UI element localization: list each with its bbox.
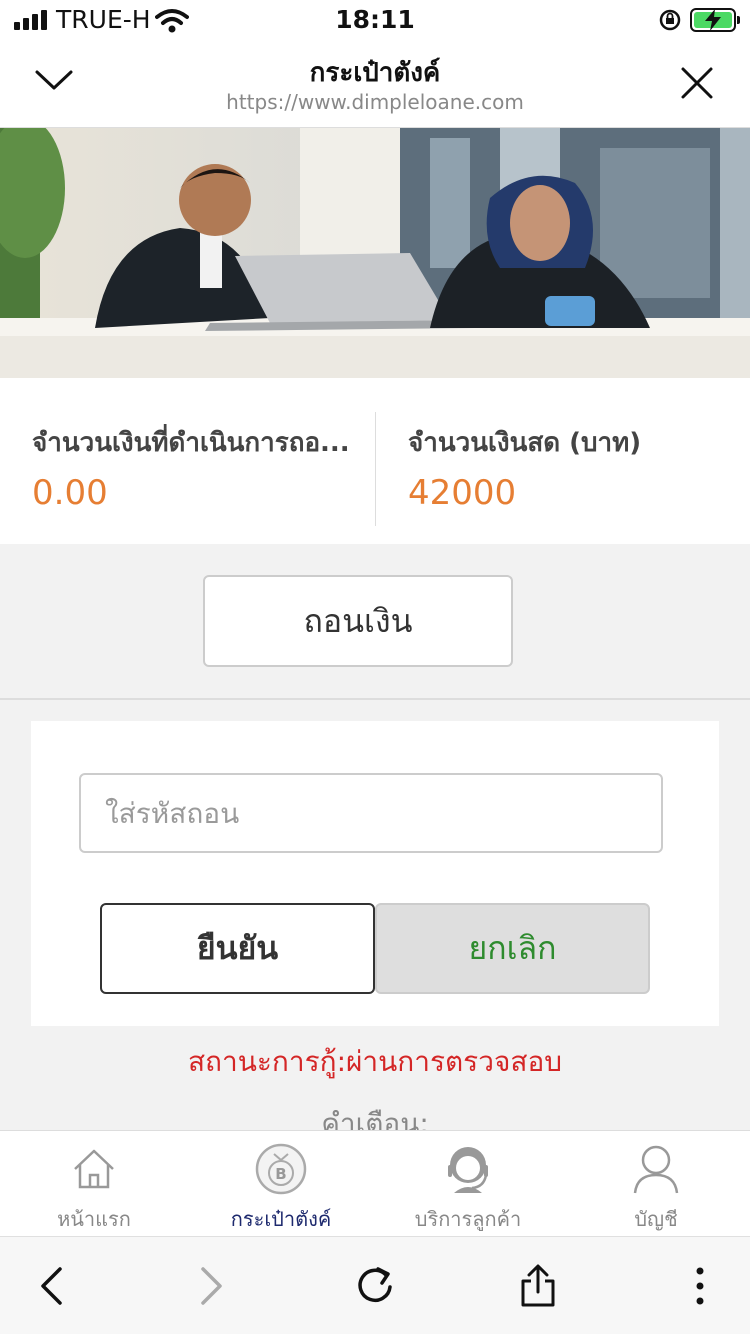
tab-customer-service-label: บริการลูกค้า: [414, 1207, 522, 1231]
tab-wallet-label: กระเป๋าตังค์: [230, 1207, 332, 1231]
chevron-right-icon: [201, 1267, 222, 1305]
confirm-button[interactable]: ยืนยัน: [100, 903, 375, 994]
tab-customer-service[interactable]: บริการลูกค้า: [374, 1141, 562, 1235]
wallet-icon: B: [255, 1143, 307, 1195]
banner-image: [0, 128, 750, 378]
tab-home-label: หน้าแรก: [57, 1207, 131, 1231]
browser-toolbar: [0, 1236, 750, 1334]
loan-status-text: สถานะการกู้:ผ่านการตรวจสอบ: [187, 1045, 563, 1078]
cash-amount: จำนวนเงินสด (บาท) 42000: [408, 422, 728, 513]
back-button[interactable]: [26, 1261, 76, 1311]
divider: [375, 412, 376, 526]
svg-text:B: B: [275, 1165, 286, 1183]
battery-icon: [690, 8, 740, 32]
page-url: https://www.dimpleloane.com: [226, 90, 524, 114]
home-icon: [74, 1149, 114, 1189]
processing-amount: จำนวนเงินที่ดำเนินการถอ... 0.00: [32, 422, 370, 513]
reload-button[interactable]: [350, 1261, 400, 1311]
withdraw-form: ยืนยัน ยกเลิก: [31, 721, 719, 1026]
cash-amount-label: จำนวนเงินสด (บาท): [408, 428, 642, 458]
office-meeting-illustration: [0, 128, 750, 378]
share-button[interactable]: [513, 1261, 563, 1311]
more-button[interactable]: [675, 1261, 725, 1311]
charging-bolt-icon: [705, 9, 721, 31]
divider: [0, 698, 750, 700]
tab-home[interactable]: หน้าแรก: [0, 1141, 188, 1235]
clock: 18:11: [335, 5, 415, 34]
bottom-tab-bar: หน้าแรก B กระเป๋าตังค์ บริการลูกค้า บัญช…: [0, 1130, 750, 1236]
withdraw-button[interactable]: ถอนเงิน: [203, 575, 513, 667]
balance-summary: จำนวนเงินที่ดำเนินการถอ... 0.00 จำนวนเงิ…: [0, 378, 750, 544]
processing-amount-label: จำนวนเงินที่ดำเนินการถอ...: [32, 428, 350, 458]
more-vertical-icon: [696, 1267, 704, 1305]
status-bar: TRUE-H 18:11: [0, 0, 750, 40]
tab-account-label: บัญชี: [634, 1207, 678, 1231]
account-icon: [633, 1145, 679, 1194]
share-icon: [521, 1264, 555, 1307]
tab-account[interactable]: บัญชี: [562, 1141, 750, 1235]
tab-wallet[interactable]: B กระเป๋าตังค์: [187, 1141, 375, 1235]
cash-amount-value: 42000: [408, 473, 517, 513]
chevron-left-icon: [41, 1267, 62, 1305]
cancel-button[interactable]: ยกเลิก: [375, 903, 650, 994]
customer-service-icon: [448, 1147, 488, 1193]
close-icon[interactable]: [680, 66, 714, 100]
processing-amount-value: 0.00: [32, 473, 108, 513]
forward-button[interactable]: [187, 1261, 237, 1311]
page-title: กระเป๋าตังค์: [309, 58, 441, 88]
withdraw-code-input[interactable]: [79, 773, 663, 853]
rotation-lock-icon: [659, 9, 681, 31]
reload-icon: [358, 1267, 392, 1303]
page-header: กระเป๋าตังค์ https://www.dimpleloane.com: [0, 40, 750, 128]
